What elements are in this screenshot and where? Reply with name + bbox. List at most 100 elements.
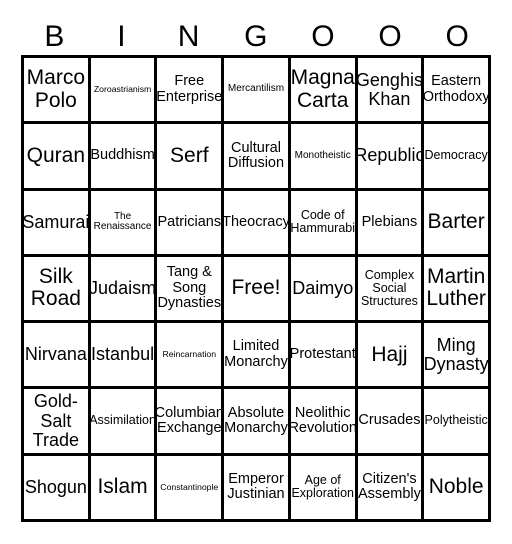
bingo-cell-label: Cultural Diffusion — [227, 139, 285, 171]
bingo-cell[interactable]: Polytheistic — [424, 389, 491, 456]
bingo-cell-label: Absolute Monarchy — [224, 404, 288, 437]
bingo-cell-label: Barter — [427, 210, 485, 234]
bingo-cell[interactable]: Citizen's Assembly — [357, 455, 425, 522]
bingo-cell[interactable]: Quran — [24, 124, 91, 191]
bingo-cell[interactable]: Monotheistic — [290, 124, 358, 191]
bingo-cell[interactable]: Barter — [424, 190, 491, 257]
bingo-cell[interactable]: Democracy — [424, 124, 491, 191]
bingo-header-letter-3: G — [244, 19, 268, 53]
bingo-cell[interactable]: Mercantilism — [224, 58, 291, 125]
bingo-cell[interactable]: Patricians — [157, 190, 225, 257]
bingo-cell-label: Free! — [231, 276, 281, 300]
bingo-cell[interactable]: Judaism — [90, 256, 158, 324]
bingo-cell[interactable]: Daimyo — [290, 256, 358, 324]
bingo-cell-label: Emperor Justinian — [227, 470, 285, 503]
bingo-cell[interactable]: Buddhism — [90, 124, 158, 191]
bingo-cell-label: Theocracy — [224, 213, 290, 230]
bingo-cell-label: Magna Carta — [290, 66, 355, 112]
bingo-cell[interactable]: Crusades — [357, 389, 425, 456]
bingo-cell[interactable]: Zoroastrianism — [90, 58, 158, 125]
bingo-cell[interactable]: Istanbul — [90, 323, 158, 390]
bingo-cell[interactable]: Genghis Khan — [357, 58, 425, 125]
bingo-cell[interactable]: Complex Social Structures — [357, 256, 425, 324]
bingo-cell-label: Nirvana — [24, 344, 87, 365]
bingo-header-row: BINGOOO — [21, 18, 491, 55]
bingo-cell[interactable]: Columbian Exchange — [157, 389, 225, 456]
bingo-cell[interactable]: Marco Polo — [24, 58, 91, 125]
bingo-cell-label: Gold-Salt Trade — [32, 391, 80, 450]
bingo-cell-label: Limited Monarchy — [224, 338, 288, 370]
bingo-cell-label: Judaism — [90, 277, 157, 298]
bingo-cell-label: Constantinople — [160, 481, 219, 492]
bingo-header-letter-4: O — [311, 19, 336, 53]
bingo-free-space[interactable]: Free! — [224, 256, 291, 324]
bingo-cell[interactable]: Protestant — [290, 323, 358, 390]
bingo-cell[interactable]: Samurai — [24, 190, 91, 257]
bingo-cell-label: Serf — [170, 143, 209, 167]
bingo-cell[interactable]: Tang & Song Dynasties — [157, 256, 225, 324]
bingo-cell[interactable]: Republic — [357, 124, 425, 191]
bingo-cell-label: Noble — [428, 475, 484, 499]
bingo-cell[interactable]: Emperor Justinian — [224, 455, 291, 522]
bingo-cell-label: Republic — [357, 145, 425, 166]
bingo-cell-label: Eastern Orthodoxy — [424, 73, 490, 105]
bingo-cell[interactable]: Islam — [90, 455, 158, 522]
bingo-cell-label: Columbian Exchange — [157, 404, 224, 437]
bingo-cell-label: Quran — [26, 143, 86, 167]
bingo-cell[interactable]: The Renaissance — [90, 190, 158, 257]
bingo-cell-label: Complex Social Structures — [360, 267, 418, 309]
bingo-cell[interactable]: Eastern Orthodoxy — [424, 58, 491, 125]
bingo-cell-label: Age of Exploration — [291, 473, 354, 501]
bingo-cell-label: Reincarnation — [162, 349, 217, 360]
bingo-cell[interactable]: Nirvana — [24, 323, 91, 390]
bingo-cell-label: Daimyo — [292, 277, 354, 298]
bingo-cell-label: Buddhism — [90, 147, 155, 164]
bingo-header-letter-6: O — [445, 19, 470, 53]
bingo-cell[interactable]: Neolithic Revolution — [290, 389, 358, 456]
bingo-header-letter-1: I — [117, 19, 127, 53]
bingo-cell-label: Free Enterprise — [157, 73, 223, 105]
bingo-cell-label: Neolithic Revolution — [290, 404, 357, 437]
bingo-cell[interactable]: Free Enterprise — [157, 58, 225, 125]
bingo-cell[interactable]: Silk Road — [24, 256, 91, 324]
bingo-cell-label: Mercantilism — [227, 83, 285, 95]
bingo-grid: Marco Polo Zoroastrianism Free Enterprise M… — [21, 55, 491, 522]
bingo-cell-label: The Renaissance — [93, 210, 152, 233]
bingo-cell[interactable]: Absolute Monarchy — [224, 389, 291, 456]
bingo-cell[interactable]: Reincarnation — [157, 323, 225, 390]
bingo-cell[interactable]: Cultural Diffusion — [224, 124, 291, 191]
bingo-cell-label: Ming Dynasty — [424, 334, 489, 374]
bingo-cell-label: Marco Polo — [26, 66, 86, 112]
bingo-cell-label: Zoroastrianism — [93, 84, 152, 95]
bingo-cell-label: Plebians — [361, 213, 418, 230]
bingo-cell[interactable]: Shogun — [24, 455, 91, 522]
bingo-cell[interactable]: Noble — [424, 455, 491, 522]
bingo-header-letter-5: O — [378, 19, 403, 53]
bingo-cell[interactable]: Ming Dynasty — [424, 323, 491, 390]
bingo-cell[interactable]: Limited Monarchy — [224, 323, 291, 390]
bingo-cell[interactable]: Serf — [157, 124, 225, 191]
bingo-header-letter-0: B — [44, 19, 65, 53]
bingo-cell-label: Islam — [97, 475, 148, 499]
bingo-cell-label: Patricians — [157, 213, 222, 230]
bingo-cell-label: Samurai — [24, 211, 90, 232]
bingo-cell[interactable]: Code of Hammurabi — [290, 190, 358, 257]
bingo-cell[interactable]: Martin Luther — [424, 256, 491, 324]
bingo-cell[interactable]: Age of Exploration — [290, 455, 358, 522]
bingo-cell-label: Genghis Khan — [357, 69, 423, 109]
bingo-cell[interactable]: Constantinople — [157, 455, 225, 522]
bingo-cell[interactable]: Plebians — [357, 190, 425, 257]
bingo-cell-label: Shogun — [24, 476, 87, 497]
bingo-cell[interactable]: Hajj — [357, 323, 425, 390]
bingo-cell-label: Istanbul — [91, 344, 155, 365]
bingo-cell-label: Silk Road — [30, 265, 81, 311]
bingo-cell[interactable]: Gold-Salt Trade — [24, 389, 91, 456]
bingo-header-letter-2: N — [177, 19, 200, 53]
bingo-cell[interactable]: Theocracy — [224, 190, 291, 257]
bingo-cell[interactable]: Assimilation — [90, 389, 158, 456]
bingo-cell-label: Protestant — [290, 346, 356, 363]
bingo-cell-label: Martin Luther — [426, 265, 486, 311]
bingo-cell[interactable]: Magna Carta — [290, 58, 358, 125]
bingo-cell-label: Citizen's Assembly — [358, 470, 421, 503]
bingo-cell-label: Assimilation — [90, 413, 156, 428]
